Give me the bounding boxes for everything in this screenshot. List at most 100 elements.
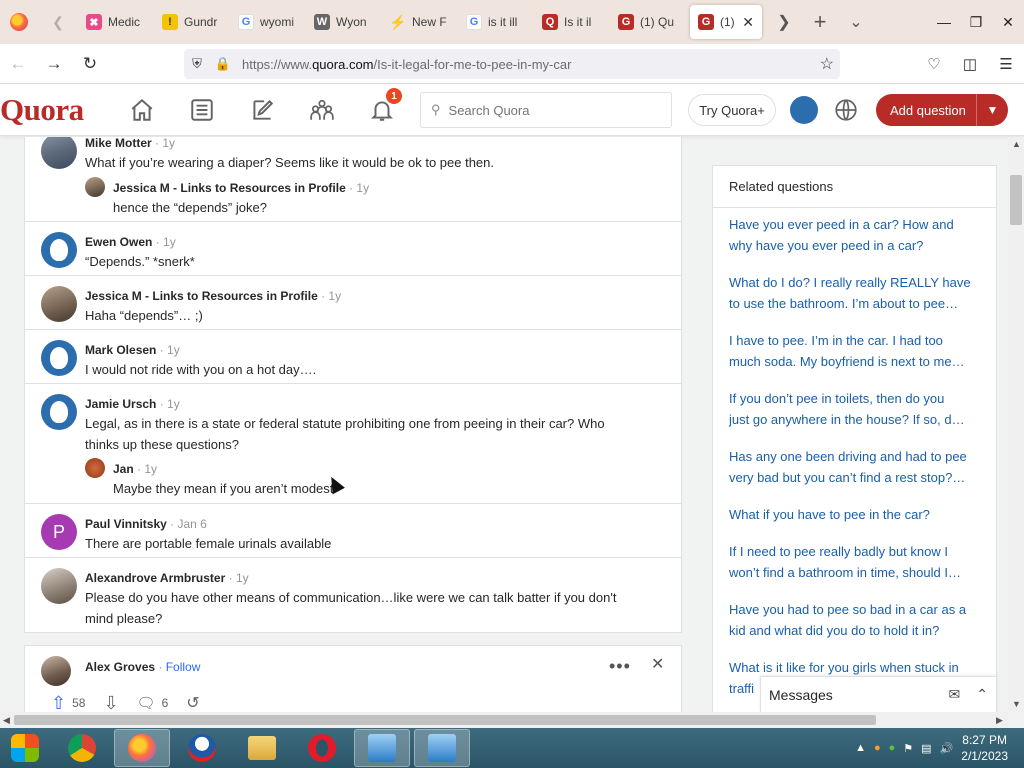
related-question-link[interactable]: What do I do? I really really REALLY hav… (729, 272, 981, 314)
related-question-link[interactable]: I have to pee. I’m in the car. I had too… (729, 330, 981, 372)
taskbar-firefox[interactable] (114, 729, 170, 767)
comment-author[interactable]: Jamie Ursch · 1y (85, 397, 180, 411)
menu-hamburger-icon[interactable]: ☰ (988, 44, 1024, 84)
volume-icon[interactable]: 🔊 (940, 742, 954, 755)
messages-dock[interactable]: Messages ✉ ⌃ (760, 676, 997, 712)
taskbar-remote-desktop[interactable] (414, 729, 470, 767)
comment-author[interactable]: Jessica M - Links to Resources in Profil… (85, 289, 341, 303)
close-tab-icon[interactable]: ✕ (742, 14, 754, 31)
follow-link[interactable]: Follow (166, 660, 201, 674)
search-box[interactable]: ⚲ (420, 92, 672, 128)
bookmark-star-icon[interactable]: ☆ (820, 54, 834, 74)
comment-author[interactable]: Mark Olesen · 1y (85, 343, 180, 357)
related-question-link[interactable]: Have you ever peed in a car? How and why … (729, 214, 981, 256)
compose-message-icon[interactable]: ✉ (949, 686, 961, 703)
related-question-link[interactable]: What if you have to pee in the car? (729, 504, 981, 525)
avatar[interactable]: P (41, 514, 77, 550)
home-icon[interactable] (128, 96, 156, 124)
scroll-down-arrow-icon[interactable]: ▼ (1012, 699, 1021, 709)
tray-app-icon[interactable]: ● (874, 742, 881, 754)
downvote-button[interactable]: ⇩ (103, 693, 118, 713)
comments-button[interactable]: 🗨 6 (137, 694, 169, 712)
back-icon[interactable]: ← (0, 44, 36, 84)
following-icon[interactable] (188, 96, 216, 124)
avatar[interactable] (41, 568, 77, 604)
avatar[interactable] (41, 286, 77, 322)
avatar[interactable] (85, 458, 105, 478)
flag-icon[interactable]: ⚑ (903, 742, 913, 755)
browser-tab[interactable]: G is it ill (458, 0, 534, 44)
related-question-link[interactable]: Has any one been driving and had to pee v… (729, 446, 981, 488)
tab-scroll-left-icon[interactable]: ❮ (38, 0, 78, 44)
close-window-icon[interactable]: ✕ (992, 0, 1024, 44)
avatar[interactable] (41, 656, 71, 686)
related-question-link[interactable]: If you don’t pee in toilets, then do you… (729, 388, 981, 430)
add-question-button[interactable]: Add question ▼ (876, 94, 1008, 126)
browser-tab[interactable]: ⚡ New F (382, 0, 458, 44)
forward-icon[interactable]: → (36, 44, 72, 84)
tray-app-icon[interactable]: ● (889, 742, 896, 754)
close-icon[interactable]: ✕ (651, 654, 664, 674)
restore-icon[interactable]: ❐ (960, 0, 992, 44)
extensions-icon[interactable]: ◫ (952, 44, 988, 84)
url-text[interactable]: https://www.quora.com/Is-it-legal-for-me… (242, 57, 571, 72)
chevron-down-icon[interactable]: ▼ (976, 94, 1008, 126)
system-clock[interactable]: 8:27 PM 2/1/2023 (961, 732, 1008, 764)
related-question-link[interactable]: If I need to pee really badly but know I… (729, 541, 981, 583)
avatar[interactable] (41, 232, 77, 268)
start-button[interactable] (0, 729, 50, 767)
profile-avatar[interactable] (790, 96, 818, 124)
tab-scroll-right-icon[interactable]: ❯ (766, 0, 802, 44)
taskbar-file-explorer[interactable] (234, 729, 290, 767)
avatar[interactable] (41, 340, 77, 376)
quora-logo[interactable]: Quora (0, 92, 84, 128)
taskbar-remote-desktop[interactable] (354, 729, 410, 767)
more-options-icon[interactable]: ••• (609, 656, 631, 677)
comment-author[interactable]: Ewen Owen · 1y (85, 235, 176, 249)
comment-author[interactable]: Mike Motter · 1y (85, 137, 175, 150)
avatar[interactable] (41, 137, 77, 169)
pocket-icon[interactable]: ♡ (916, 44, 952, 84)
taskbar-opera[interactable] (294, 729, 350, 767)
scroll-left-arrow-icon[interactable]: ◀ (3, 715, 10, 726)
comment-author[interactable]: Jan · 1y (113, 462, 157, 476)
horizontal-scrollbar[interactable]: ◀ ▶ (0, 712, 1008, 728)
avatar[interactable] (41, 394, 77, 430)
answer-author[interactable]: Alex Groves · Follow (85, 660, 200, 674)
spaces-icon[interactable] (308, 96, 336, 124)
search-input[interactable] (448, 102, 649, 118)
browser-tab[interactable]: Q Is it il (534, 0, 610, 44)
try-quora-plus-button[interactable]: Try Quora+ (688, 94, 776, 126)
list-all-tabs-icon[interactable]: ⌄ (838, 0, 874, 44)
lock-icon[interactable]: 🔒 (210, 56, 236, 72)
upvote-button[interactable]: ⇧ 58 (51, 693, 85, 713)
network-icon[interactable]: ▤ (921, 742, 931, 755)
comment-author[interactable]: Jessica M - Links to Resources in Profil… (113, 181, 369, 195)
chevron-up-icon[interactable]: ⌃ (976, 686, 988, 703)
shield-icon[interactable]: ⛨ (184, 56, 210, 72)
vertical-scrollbar[interactable]: ▲ ▼ (1008, 137, 1024, 712)
scroll-right-arrow-icon[interactable]: ▶ (996, 715, 1003, 726)
comment-author[interactable]: Alexandrove Armbruster · 1y (85, 571, 249, 585)
browser-tab[interactable]: ✖ Medic (78, 0, 154, 44)
browser-tab[interactable]: G (1) Qu (610, 0, 686, 44)
browser-tab[interactable]: G wyomi (230, 0, 306, 44)
browser-tab[interactable]: W Wyon (306, 0, 382, 44)
taskbar-chrome[interactable] (54, 729, 110, 767)
minimize-icon[interactable]: — (928, 0, 960, 44)
related-question-link[interactable]: Have you had to pee so bad in a car as a… (729, 599, 981, 641)
scroll-up-arrow-icon[interactable]: ▲ (1012, 139, 1021, 149)
answer-icon[interactable] (248, 96, 276, 124)
taskbar-app[interactable] (174, 729, 230, 767)
url-bar[interactable]: ⛨ 🔒 https://www.quora.com/Is-it-legal-fo… (184, 49, 840, 79)
scrollbar-thumb[interactable] (14, 715, 876, 725)
share-button[interactable]: ↺ (186, 693, 199, 712)
scrollbar-thumb[interactable] (1010, 175, 1022, 225)
browser-tab[interactable]: ! Gundr (154, 0, 230, 44)
show-hidden-icons-icon[interactable]: ▲ (855, 742, 866, 754)
new-tab-icon[interactable]: + (802, 0, 838, 44)
comment-author[interactable]: Paul Vinnitsky · Jan 6 (85, 517, 207, 531)
browser-tab-active[interactable]: G (1) ✕ (690, 5, 762, 39)
firefox-menu-icon[interactable] (0, 0, 38, 44)
reload-icon[interactable]: ↻ (72, 44, 108, 84)
